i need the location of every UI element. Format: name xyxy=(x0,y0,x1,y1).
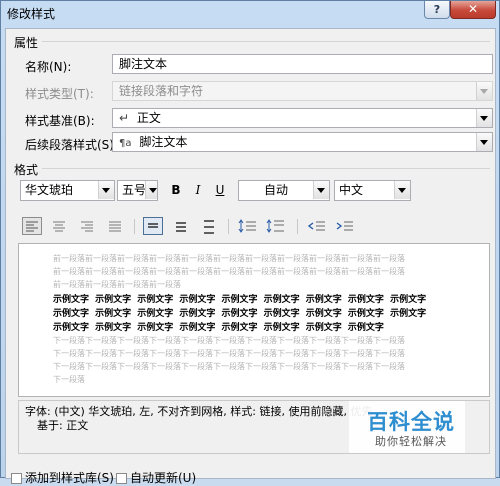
one-half-spacing-button[interactable] xyxy=(171,217,191,235)
linked-style-icon: ¶a xyxy=(119,138,132,149)
based-on-select[interactable]: ↵ 正文 xyxy=(112,108,493,128)
next-style-select[interactable]: ¶a 脚注文本 xyxy=(112,132,493,152)
bold-button[interactable]: B xyxy=(166,180,186,200)
size-value: 五号 xyxy=(122,183,147,197)
double-spacing-button[interactable] xyxy=(199,217,219,235)
size-select[interactable]: 五号 xyxy=(117,180,158,201)
next-paragraph-line: 下一段落下一段落下一段落下一段落下一段落下一段落下一段落下一段落下一段落下一段落… xyxy=(53,349,405,358)
add-to-gallery-label: 添加到样式库(S) xyxy=(25,471,114,485)
style-type-value: 链接段落和字符 xyxy=(119,84,204,98)
auto-update-label: 自动更新(U) xyxy=(130,471,197,485)
align-left-button[interactable] xyxy=(22,217,42,235)
toolbar-separator xyxy=(297,219,298,234)
next-style-value: 脚注文本 xyxy=(139,135,188,149)
justify-button[interactable] xyxy=(105,217,125,235)
script-select[interactable]: 中文 xyxy=(334,180,411,201)
space-after-button[interactable] xyxy=(265,217,287,235)
style-type-select[interactable]: 链接段落和字符 xyxy=(112,81,493,101)
properties-divider xyxy=(42,41,490,42)
toolbar-separator xyxy=(228,219,229,234)
next-paragraph-line: 下一段落下一段落下一段落下一段落下一段落下一段落下一段落下一段落下一段落下一段落… xyxy=(53,362,405,371)
based-on-label: 样式基准(B): xyxy=(25,114,95,128)
name-input[interactable]: 脚注文本 xyxy=(112,54,493,74)
chevron-down-icon xyxy=(98,181,114,199)
decrease-indent-button[interactable] xyxy=(306,217,328,235)
paragraph-return-icon: ↵ xyxy=(119,111,130,125)
name-label: 名称(N): xyxy=(25,60,72,74)
font-value: 华文琥珀 xyxy=(25,183,74,197)
format-group-label: 格式 xyxy=(14,163,39,177)
format-divider xyxy=(42,168,490,169)
chevron-down-icon xyxy=(476,82,492,100)
next-paragraph-line: 下一段落 xyxy=(53,375,85,384)
close-button[interactable]: ✕ xyxy=(450,1,496,19)
font-color-value: 自动 xyxy=(263,183,288,197)
watermark-title: 百科全说 xyxy=(367,410,455,434)
chevron-down-icon xyxy=(476,109,492,127)
watermark: 百科全说 助你轻松解决 xyxy=(349,401,465,453)
based-on-value: 正文 xyxy=(136,111,161,125)
script-value: 中文 xyxy=(339,183,364,197)
italic-button[interactable]: I xyxy=(188,180,208,200)
underline-button[interactable]: U xyxy=(210,180,230,200)
title-bar: 修改样式 ? ✕ xyxy=(1,1,500,25)
sample-text-line: 示例文字 示例文字 示例文字 示例文字 示例文字 示例文字 示例文字 示例文字 xyxy=(53,323,384,333)
sample-text-line: 示例文字 示例文字 示例文字 示例文字 示例文字 示例文字 示例文字 示例文字 … xyxy=(53,295,427,305)
watermark-subtitle: 助你轻松解决 xyxy=(375,435,447,448)
modify-style-dialog: 修改样式 ? ✕ 属性 名称(N): 脚注文本 样式类型(T): 链接段落和字符… xyxy=(0,0,500,485)
dialog-title: 修改样式 xyxy=(7,7,56,21)
chevron-down-icon xyxy=(476,133,492,151)
chevron-down-icon xyxy=(394,181,410,199)
next-style-label: 后续段落样式(S): xyxy=(25,138,119,152)
help-button[interactable]: ? xyxy=(424,1,450,19)
properties-group-label: 属性 xyxy=(14,36,39,50)
previous-paragraph-line: 前一段落前一段落前一段落前一段落 xyxy=(53,280,181,289)
align-right-button[interactable] xyxy=(77,217,97,235)
increase-indent-button[interactable] xyxy=(334,217,356,235)
space-before-button[interactable] xyxy=(237,217,259,235)
style-preview: 前一段落前一段落前一段落前一段落前一段落前一段落前一段落前一段落前一段落前一段落… xyxy=(18,243,490,397)
checkbox-box xyxy=(116,473,127,484)
chevron-down-icon xyxy=(145,181,157,199)
checkbox-box xyxy=(11,473,22,484)
font-color-select[interactable]: 自动 xyxy=(238,180,330,201)
font-select[interactable]: 华文琥珀 xyxy=(20,180,115,201)
single-spacing-button[interactable] xyxy=(143,217,163,235)
next-paragraph-line: 下一段落下一段落下一段落下一段落下一段落下一段落下一段落下一段落下一段落下一段落… xyxy=(53,336,405,345)
sample-text-line: 示例文字 示例文字 示例文字 示例文字 示例文字 示例文字 示例文字 示例文字 … xyxy=(53,309,427,319)
previous-paragraph-line: 前一段落前一段落前一段落前一段落前一段落前一段落前一段落前一段落前一段落前一段落… xyxy=(53,254,405,263)
previous-paragraph-line: 前一段落前一段落前一段落前一段落前一段落前一段落前一段落前一段落前一段落前一段落… xyxy=(53,267,405,276)
chevron-down-icon xyxy=(313,181,329,199)
style-type-label: 样式类型(T): xyxy=(25,87,94,101)
toolbar-separator xyxy=(134,219,135,234)
align-center-button[interactable] xyxy=(49,217,69,235)
